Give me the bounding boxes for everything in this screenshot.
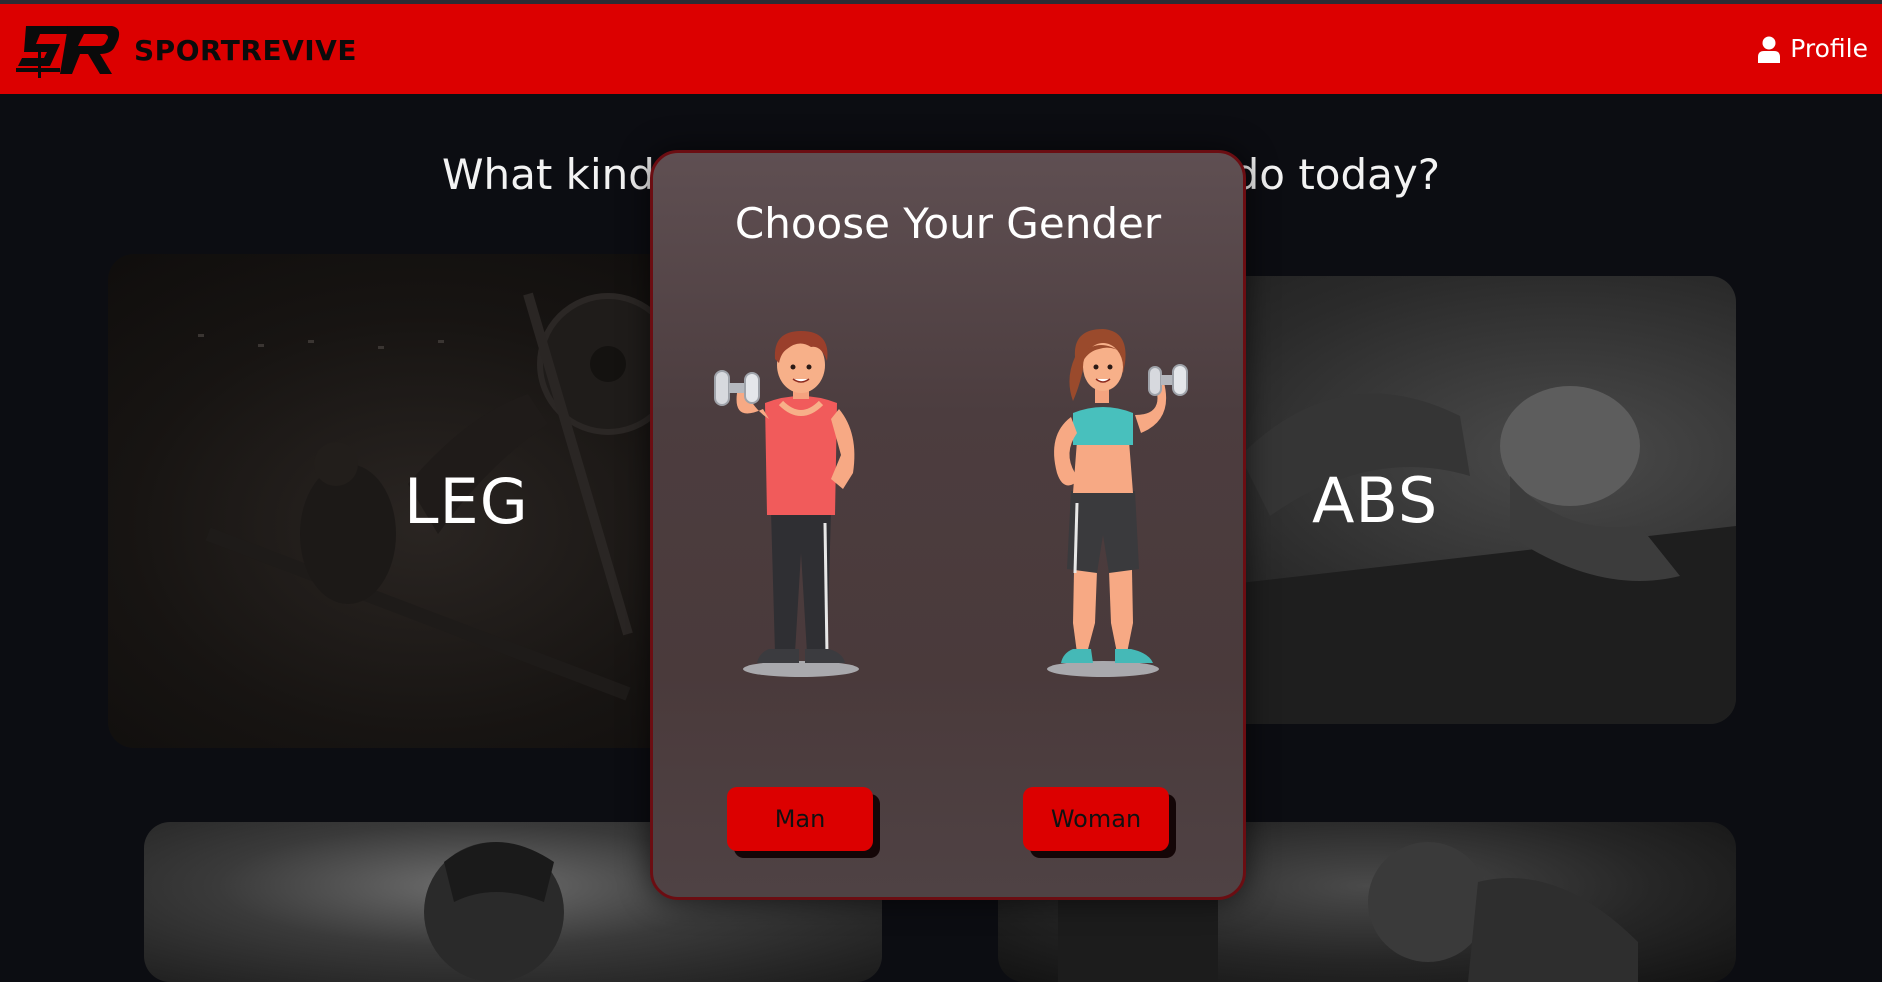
sportrevive-logo-icon[interactable]: [16, 18, 122, 82]
user-icon: [1758, 36, 1781, 63]
gender-modal: Choose Your Gender Man Woman: [650, 150, 1246, 900]
woman-button[interactable]: Woman: [1023, 787, 1169, 851]
woman-dumbbell-illustration: [1047, 329, 1188, 677]
modal-title: Choose Your Gender: [734, 199, 1162, 248]
man-button[interactable]: Man: [727, 787, 873, 851]
man-dumbbell-illustration: [714, 331, 859, 677]
navbar: SPORTREVIVE Profile: [0, 4, 1882, 94]
profile-link[interactable]: Profile: [1758, 34, 1868, 63]
brand-name[interactable]: SPORTREVIVE: [134, 34, 357, 67]
profile-label: Profile: [1790, 34, 1868, 63]
